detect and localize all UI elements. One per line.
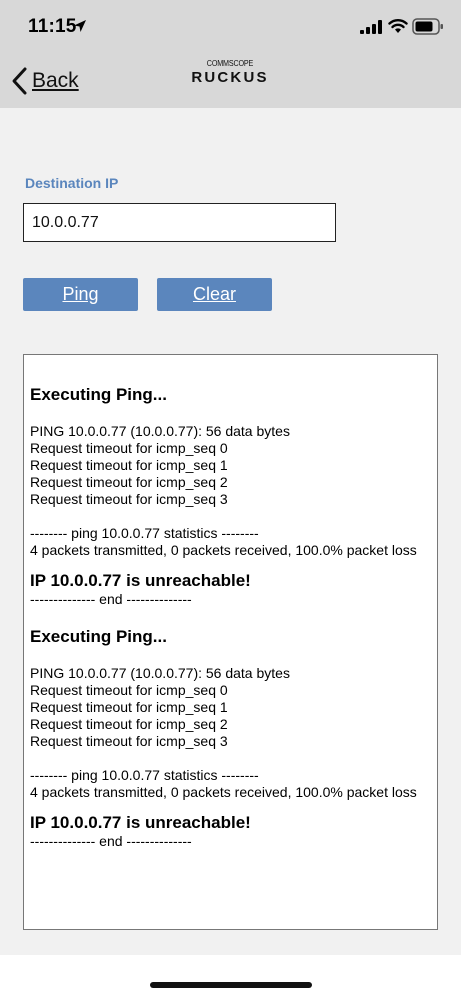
home-indicator[interactable] [150,982,312,988]
executing-ping-title: Executing Ping... [30,627,167,646]
output-line: Request timeout for icmp_seq 0 [30,440,228,456]
battery-icon [412,18,443,35]
output-line: Request timeout for icmp_seq 3 [30,733,228,749]
ping-output-block: Executing Ping... PING 10.0.0.77 (10.0.0… [30,627,437,849]
result-text: IP 10.0.0.77 is unreachable! [30,813,251,832]
cellular-signal-icon [360,20,382,34]
wifi-icon [388,19,408,33]
output-line: Request timeout for icmp_seq 2 [30,474,228,490]
ping-button[interactable]: Ping [23,278,138,311]
output-line: PING 10.0.0.77 (10.0.0.77): 56 data byte… [30,665,290,681]
ping-output-block: Executing Ping... PING 10.0.0.77 (10.0.0… [30,385,437,607]
output-line: Request timeout for icmp_seq 0 [30,682,228,698]
result-text: IP 10.0.0.77 is unreachable! [30,571,251,590]
stats-header: -------- ping 10.0.0.77 statistics -----… [30,767,259,783]
output-line: PING 10.0.0.77 (10.0.0.77): 56 data byte… [30,423,290,439]
app-header: 11:15 Back COMMSCOPE RUCKUS [0,0,461,108]
stats-header: -------- ping 10.0.0.77 statistics -----… [30,525,259,541]
clear-button[interactable]: Clear [157,278,272,311]
end-marker: -------------- end -------------- [30,833,192,849]
stats-line: 4 packets transmitted, 0 packets receive… [30,784,417,800]
destination-ip-input[interactable] [23,203,336,242]
output-line: Request timeout for icmp_seq 1 [30,699,228,715]
ping-output-panel[interactable]: Executing Ping... PING 10.0.0.77 (10.0.0… [23,354,438,930]
end-marker: -------------- end -------------- [30,591,192,607]
output-line: Request timeout for icmp_seq 2 [30,716,228,732]
status-time: 11:15 [28,16,77,37]
back-button[interactable]: Back [10,66,79,96]
executing-ping-title: Executing Ping... [30,385,167,404]
output-line: Request timeout for icmp_seq 1 [30,457,228,473]
logo-ruckus-text: RUCKUS [191,69,269,86]
back-label: Back [32,69,79,92]
bottom-bar [0,955,461,998]
output-line: Request timeout for icmp_seq 3 [30,491,228,507]
chevron-left-icon [12,67,27,95]
stats-line: 4 packets transmitted, 0 packets receive… [30,542,417,558]
ruckus-logo: COMMSCOPE RUCKUS [188,59,272,93]
location-arrow-icon [74,20,86,32]
logo-commscope-text: COMMSCOPE [206,59,254,68]
destination-ip-label: Destination IP [25,175,119,191]
